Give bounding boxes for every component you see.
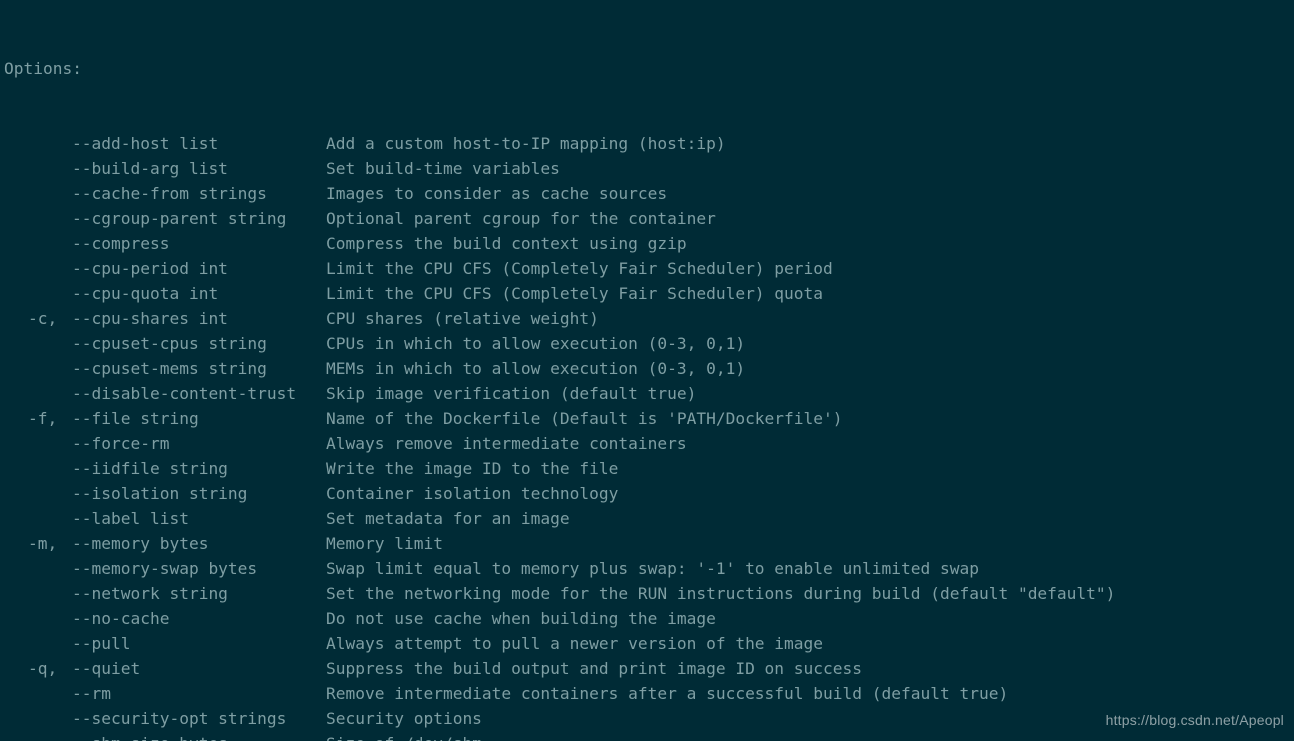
option-row: --cache-from stringsImages to consider a… xyxy=(4,181,1290,206)
option-description: Set metadata for an image xyxy=(326,506,570,531)
option-long-flag: --quiet xyxy=(72,656,326,681)
option-long-flag: --compress xyxy=(72,231,326,256)
option-description: Security options xyxy=(326,706,482,731)
option-description: Swap limit equal to memory plus swap: '-… xyxy=(326,556,979,581)
option-long-flag: --disable-content-trust xyxy=(72,381,326,406)
option-row: --memory-swap bytesSwap limit equal to m… xyxy=(4,556,1290,581)
option-description: Limit the CPU CFS (Completely Fair Sched… xyxy=(326,281,823,306)
option-long-flag: --memory-swap bytes xyxy=(72,556,326,581)
option-description: Always attempt to pull a newer version o… xyxy=(326,631,823,656)
option-row: --pullAlways attempt to pull a newer ver… xyxy=(4,631,1290,656)
option-description: Always remove intermediate containers xyxy=(326,431,687,456)
option-long-flag: --force-rm xyxy=(72,431,326,456)
option-long-flag: --rm xyxy=(72,681,326,706)
option-description: CPUs in which to allow execution (0-3, 0… xyxy=(326,331,745,356)
option-row: --add-host listAdd a custom host-to-IP m… xyxy=(4,131,1290,156)
option-row: --isolation stringContainer isolation te… xyxy=(4,481,1290,506)
option-long-flag: --cgroup-parent string xyxy=(72,206,326,231)
option-description: Container isolation technology xyxy=(326,481,618,506)
option-long-flag: --cpu-period int xyxy=(72,256,326,281)
option-long-flag: --network string xyxy=(72,581,326,606)
option-row: --no-cacheDo not use cache when building… xyxy=(4,606,1290,631)
option-description: Remove intermediate containers after a s… xyxy=(326,681,1008,706)
option-description: Suppress the build output and print imag… xyxy=(326,656,862,681)
option-row: --label listSet metadata for an image xyxy=(4,506,1290,531)
option-description: Limit the CPU CFS (Completely Fair Sched… xyxy=(326,256,833,281)
option-row: -f,--file stringName of the Dockerfile (… xyxy=(4,406,1290,431)
option-description: CPU shares (relative weight) xyxy=(326,306,599,331)
option-long-flag: --cpuset-mems string xyxy=(72,356,326,381)
option-row: --security-opt stringsSecurity options xyxy=(4,706,1290,731)
option-long-flag: --cpu-shares int xyxy=(72,306,326,331)
option-short-flag: -f, xyxy=(4,406,72,431)
option-row: --iidfile stringWrite the image ID to th… xyxy=(4,456,1290,481)
option-row: --network stringSet the networking mode … xyxy=(4,581,1290,606)
option-description: Size of /dev/shm xyxy=(326,731,482,741)
option-long-flag: --file string xyxy=(72,406,326,431)
option-long-flag: --iidfile string xyxy=(72,456,326,481)
option-long-flag: --cache-from strings xyxy=(72,181,326,206)
option-row: --cgroup-parent stringOptional parent cg… xyxy=(4,206,1290,231)
option-row: --cpu-period intLimit the CPU CFS (Compl… xyxy=(4,256,1290,281)
option-long-flag: --cpuset-cpus string xyxy=(72,331,326,356)
option-long-flag: --memory bytes xyxy=(72,531,326,556)
option-row: --shm-size bytesSize of /dev/shm xyxy=(4,731,1290,741)
option-description: MEMs in which to allow execution (0-3, 0… xyxy=(326,356,745,381)
option-long-flag: --shm-size bytes xyxy=(72,731,326,741)
option-description: Optional parent cgroup for the container xyxy=(326,206,716,231)
option-long-flag: --build-arg list xyxy=(72,156,326,181)
option-short-flag: -m, xyxy=(4,531,72,556)
option-long-flag: --isolation string xyxy=(72,481,326,506)
option-description: Compress the build context using gzip xyxy=(326,231,687,256)
watermark-text: https://blog.csdn.net/Apeopl xyxy=(1106,708,1284,733)
option-description: Memory limit xyxy=(326,531,443,556)
options-header: Options: xyxy=(4,56,1290,81)
option-row: --cpuset-mems stringMEMs in which to all… xyxy=(4,356,1290,381)
option-long-flag: --no-cache xyxy=(72,606,326,631)
option-long-flag: --label list xyxy=(72,506,326,531)
options-list: --add-host listAdd a custom host-to-IP m… xyxy=(4,131,1290,741)
option-description: Do not use cache when building the image xyxy=(326,606,716,631)
option-row: --cpu-quota intLimit the CPU CFS (Comple… xyxy=(4,281,1290,306)
option-long-flag: --add-host list xyxy=(72,131,326,156)
option-row: --build-arg listSet build-time variables xyxy=(4,156,1290,181)
option-short-flag: -c, xyxy=(4,306,72,331)
option-row: --cpuset-cpus stringCPUs in which to all… xyxy=(4,331,1290,356)
option-description: Set build-time variables xyxy=(326,156,560,181)
option-row: -m,--memory bytesMemory limit xyxy=(4,531,1290,556)
option-long-flag: --security-opt strings xyxy=(72,706,326,731)
option-row: --rmRemove intermediate containers after… xyxy=(4,681,1290,706)
option-row: --disable-content-trustSkip image verifi… xyxy=(4,381,1290,406)
option-long-flag: --cpu-quota int xyxy=(72,281,326,306)
option-description: Set the networking mode for the RUN inst… xyxy=(326,581,1115,606)
option-row: --compressCompress the build context usi… xyxy=(4,231,1290,256)
option-description: Images to consider as cache sources xyxy=(326,181,667,206)
option-short-flag: -q, xyxy=(4,656,72,681)
option-long-flag: --pull xyxy=(72,631,326,656)
option-description: Add a custom host-to-IP mapping (host:ip… xyxy=(326,131,726,156)
option-row: --force-rmAlways remove intermediate con… xyxy=(4,431,1290,456)
option-description: Skip image verification (default true) xyxy=(326,381,696,406)
option-description: Write the image ID to the file xyxy=(326,456,618,481)
option-row: -q,--quietSuppress the build output and … xyxy=(4,656,1290,681)
option-description: Name of the Dockerfile (Default is 'PATH… xyxy=(326,406,843,431)
terminal-output: Options: --add-host listAdd a custom hos… xyxy=(0,0,1294,741)
option-row: -c,--cpu-shares intCPU shares (relative … xyxy=(4,306,1290,331)
